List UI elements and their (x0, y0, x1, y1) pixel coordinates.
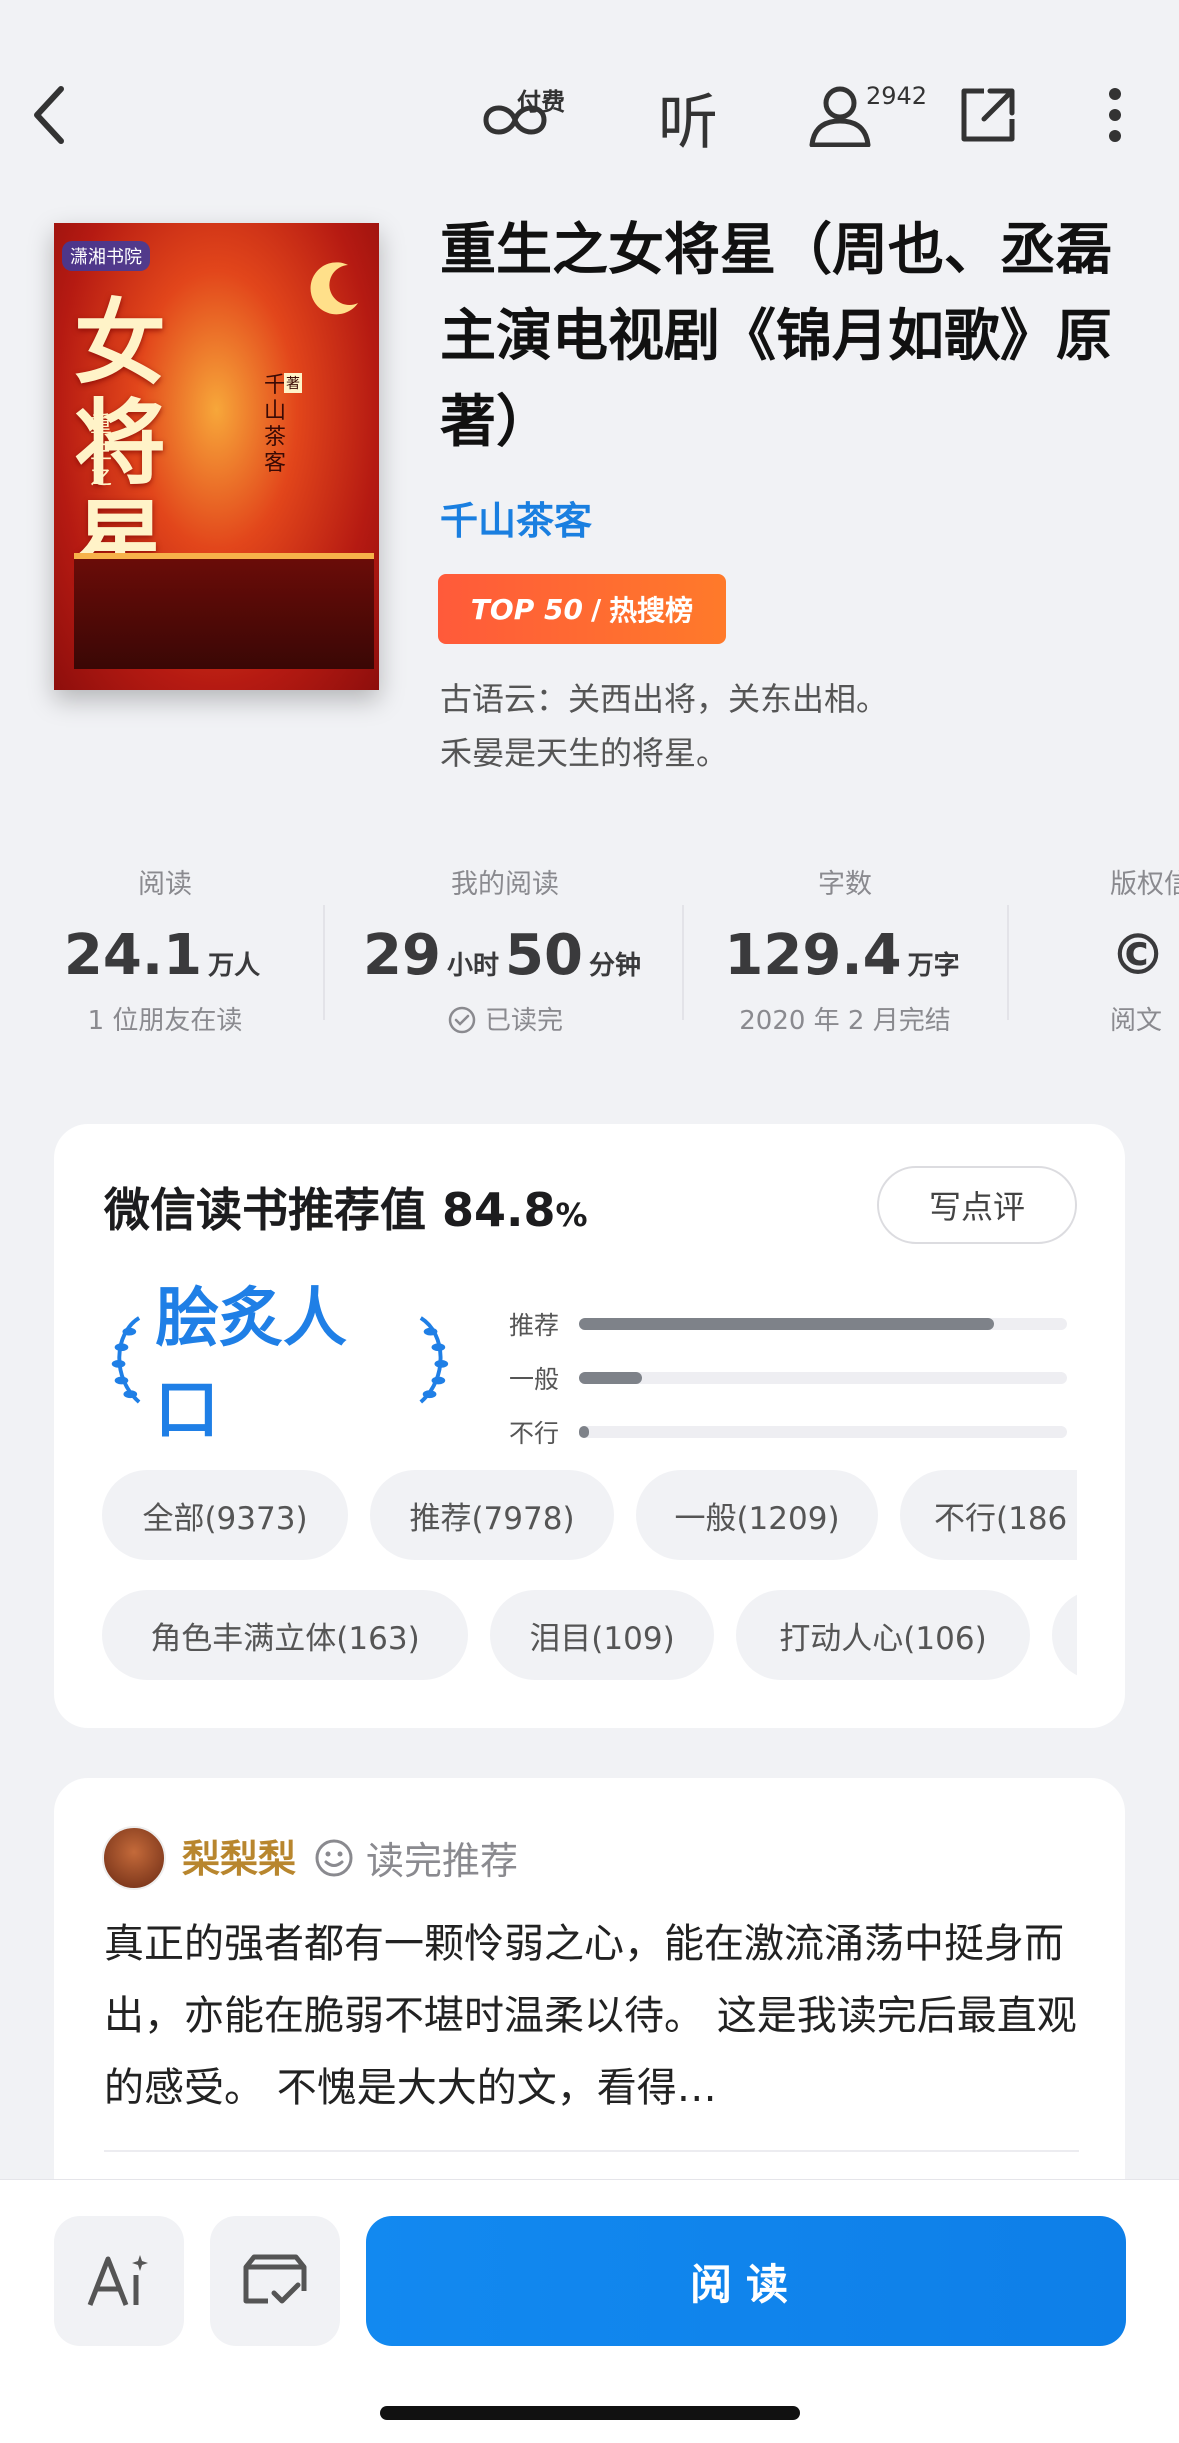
publisher-logo: 潇湘书院 (62, 241, 150, 271)
stat-minutes-value: 50 (505, 923, 583, 988)
chip-bad[interactable]: 不行(186 (900, 1470, 1077, 1560)
intro-line-2: 禾晏是天生的将星。 (440, 734, 729, 772)
user-icon (809, 86, 871, 147)
bar-recommend: 推荐 (509, 1306, 1067, 1342)
readers-count: 2942 (866, 82, 928, 110)
listen-label: 听 (658, 87, 718, 158)
avatar[interactable] (102, 1826, 166, 1890)
chip-all[interactable]: 全部(9373) (102, 1470, 348, 1560)
stat-reads-unit: 万人 (208, 951, 261, 981)
divider (682, 905, 684, 1020)
listen-button[interactable]: 听 (648, 82, 728, 158)
chip-tag[interactable]: 打动人心(106) (736, 1590, 1030, 1680)
cover-author-mark: 著 (284, 373, 302, 393)
stat-words-value: 129.4 (724, 923, 902, 988)
cover-prefix: 重生之 (90, 413, 113, 490)
review-card[interactable]: 梨梨梨 读完推荐 真正的强者都有一颗怜弱之心，能在激流涌荡中挺身而出，亦能在脆弱… (54, 1778, 1125, 2238)
stat-copyright-label: 版权信 (1110, 869, 1179, 900)
stat-reads-sub: 1 位朋友在读 (87, 1006, 243, 1036)
recommend-card: 微信读书推荐值 84.8% 写点评 脍炙人口 推荐 一般 不行 全部(9373)… (54, 1124, 1125, 1728)
smile-icon (315, 1839, 353, 1876)
badge-top: TOP 50 (470, 592, 583, 626)
cover-palace (74, 553, 374, 669)
back-button[interactable] (14, 80, 84, 150)
stat-my-reading-label: 我的阅读 (451, 869, 559, 900)
stat-reads[interactable]: 阅读 24.1 万人 1 位朋友在读 (50, 862, 280, 1037)
stat-words-sub: 2020 年 2 月完结 (739, 1006, 951, 1036)
badge-list: 热搜榜 (609, 594, 694, 627)
filter-chips-row-2: 角色丰满立体(163) 泪目(109) 打动人心(106) (102, 1590, 1077, 1682)
check-circle-icon (448, 1006, 476, 1034)
book-title: 重生之女将星（周也、丞磊主演电视剧《锦月如歌》原著） (440, 218, 1112, 455)
share-button[interactable] (950, 80, 1026, 150)
stat-reads-label: 阅读 (138, 869, 192, 900)
reviewer-name[interactable]: 梨梨梨 (182, 1828, 296, 1883)
bar-neutral: 一般 (509, 1360, 1067, 1396)
rating-label: 脍炙人口 (100, 1282, 460, 1448)
write-review-button[interactable]: 写点评 (877, 1166, 1077, 1244)
bar-fill (579, 1318, 994, 1330)
filter-chips-row-1: 全部(9373) 推荐(7978) 一般(1209) 不行(186 (102, 1470, 1077, 1562)
stat-words-unit: 万字 (907, 951, 960, 981)
chip-tag[interactable]: 角色丰满立体(163) (102, 1590, 468, 1680)
laurel-left-icon (111, 1316, 141, 1404)
stat-reads-value: 24.1 (63, 923, 203, 988)
stat-copyright[interactable]: 版权信 © 阅文 (1110, 862, 1179, 1037)
read-button[interactable]: 阅读 (366, 2216, 1126, 2346)
bar-label: 不行 (509, 1419, 560, 1448)
stat-my-reading[interactable]: 我的阅读 29 小时 50 分钟 已读完 (360, 862, 650, 1037)
stat-my-reading-sub: 已读完 (484, 1006, 563, 1036)
copyright-icon: © (1110, 923, 1166, 988)
moon-icon (310, 262, 358, 315)
review-text: 真正的强者都有一颗怜弱之心，能在激流涌荡中挺身而出，亦能在脆弱不堪时温柔以待。 … (104, 1921, 1077, 2111)
pay-label: 付费 (517, 88, 565, 116)
book-intro[interactable]: 古语云：关西出将，关东出相。 禾晏是天生的将星。 (440, 672, 1140, 780)
home-indicator[interactable] (380, 2406, 800, 2420)
bar-bad: 不行 (509, 1414, 1067, 1450)
share-icon (961, 88, 1015, 142)
stat-words[interactable]: 字数 129.4 万字 2020 年 2 月完结 (715, 862, 975, 1037)
stat-minutes-unit: 分钟 (588, 951, 641, 981)
bar-fill (579, 1372, 643, 1384)
intro-line-1: 古语云：关西出将，关东出相。 (440, 680, 889, 718)
more-button[interactable] (1090, 80, 1140, 150)
stat-hours-value: 29 (363, 923, 441, 988)
bar-label: 推荐 (509, 1311, 560, 1340)
shelf-check-icon (243, 2254, 307, 2304)
laurel-right-icon (419, 1316, 449, 1404)
chip-neutral[interactable]: 一般(1209) (636, 1470, 878, 1560)
chip-tag[interactable] (1052, 1590, 1077, 1680)
ai-icon (87, 2255, 148, 2306)
review-tag: 读完推荐 (314, 1830, 518, 1885)
recommend-title: 微信读书推荐值 84.8% (104, 1183, 588, 1237)
chip-recommend[interactable]: 推荐(7978) (370, 1470, 614, 1560)
bar-label: 一般 (509, 1365, 560, 1394)
book-cover[interactable]: 潇湘书院 女将星 重生之 千山茶客 著 (54, 223, 379, 690)
book-author[interactable]: 千山茶客 (440, 490, 592, 545)
bar-fill (579, 1426, 589, 1438)
stat-copyright-sub: 阅文 (1110, 1006, 1163, 1036)
divider (104, 2150, 1079, 2152)
divider (1007, 905, 1009, 1020)
ai-button[interactable] (54, 2216, 184, 2346)
more-vertical-icon (1109, 88, 1121, 142)
chevron-left-icon (34, 86, 64, 144)
divider (323, 905, 325, 1020)
chip-tag[interactable]: 泪目(109) (490, 1590, 714, 1680)
shelf-button[interactable] (210, 2216, 340, 2346)
top50-hot-badge[interactable]: TOP 50 / 热搜榜 (438, 574, 726, 644)
stat-words-label: 字数 (818, 869, 872, 900)
stat-hours-unit: 小时 (446, 951, 499, 981)
